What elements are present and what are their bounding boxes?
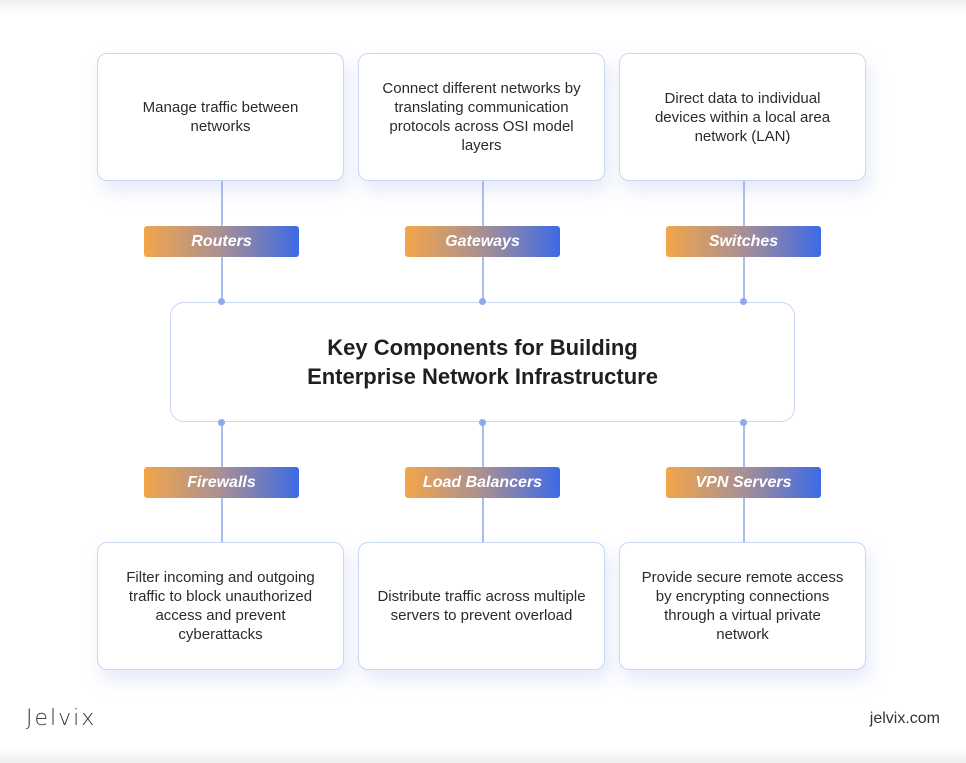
- label-routers: Routers: [144, 226, 299, 257]
- connector-dot: [740, 298, 747, 305]
- label-vpn-servers: VPN Servers: [666, 467, 821, 498]
- top-edge: [0, 0, 966, 14]
- description-gateways: Connect different networks by translatin…: [382, 80, 581, 154]
- connector-dot: [740, 419, 747, 426]
- title-line-1: Key Components for Building: [327, 335, 638, 360]
- page-title: Key Components for Building Enterprise N…: [307, 333, 658, 391]
- connector-dot: [218, 419, 225, 426]
- label-load-balancers: Load Balancers: [405, 467, 560, 498]
- central-title-box: Key Components for Building Enterprise N…: [170, 302, 795, 422]
- connector-dot: [479, 298, 486, 305]
- bottom-edge: [0, 749, 966, 763]
- description-vpn-servers: Provide secure remote access by encrypti…: [641, 569, 844, 643]
- card-load-balancers: Distribute traffic across multiple serve…: [358, 542, 605, 670]
- card-gateways: Connect different networks by translatin…: [358, 53, 605, 181]
- connector-dot: [479, 419, 486, 426]
- description-routers: Manage traffic between networks: [142, 99, 299, 135]
- card-switches: Direct data to individual devices within…: [619, 53, 866, 181]
- description-load-balancers: Distribute traffic across multiple serve…: [377, 588, 586, 624]
- description-firewalls: Filter incoming and outgoing traffic to …: [126, 569, 315, 643]
- title-line-2: Enterprise Network Infrastructure: [307, 364, 658, 389]
- card-firewalls: Filter incoming and outgoing traffic to …: [97, 542, 344, 670]
- label-gateways: Gateways: [405, 226, 560, 257]
- card-vpn-servers: Provide secure remote access by encrypti…: [619, 542, 866, 670]
- jelvix-logo: Jelvix: [26, 706, 97, 731]
- label-switches: Switches: [666, 226, 821, 257]
- label-firewalls: Firewalls: [144, 467, 299, 498]
- description-switches: Direct data to individual devices within…: [654, 89, 831, 145]
- card-routers: Manage traffic between networks: [97, 53, 344, 181]
- connector-dot: [218, 298, 225, 305]
- website-link[interactable]: jelvix.com: [870, 710, 940, 728]
